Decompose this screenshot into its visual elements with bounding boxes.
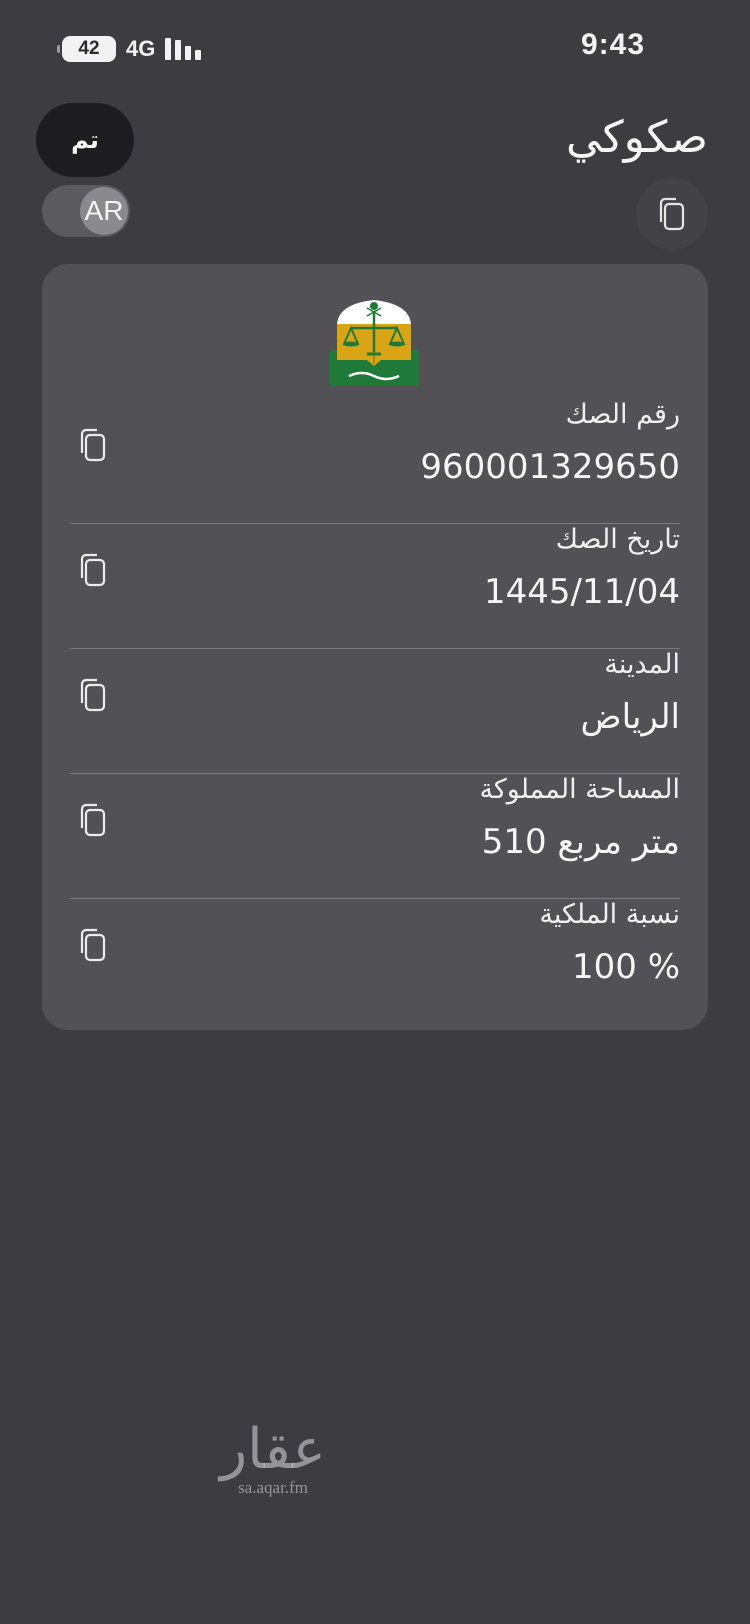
deed-date-label: تاريخ الصك [555, 524, 680, 555]
city-row: المدينة الرياض [70, 649, 680, 774]
owned-area-row: المساحة المملوكة 510 متر مربع [70, 774, 680, 899]
copy-icon[interactable] [78, 427, 108, 463]
copy-icon[interactable] [78, 552, 108, 588]
status-bar-left: 42 4G [57, 34, 202, 64]
status-time: 9:43 [580, 28, 645, 61]
language-toggle[interactable]: AR [42, 185, 130, 237]
network-type: 4G [126, 36, 156, 61]
deed-card: رقم الصك 960001329650 تاريخ الصك 1445/11… [42, 264, 708, 1030]
copy-all-button[interactable] [636, 178, 708, 250]
deed-date-value: 1445/11/04 [484, 572, 680, 612]
ownership-ratio-label: نسبة الملكية [539, 899, 680, 930]
copy-icon [659, 197, 685, 231]
city-label: المدينة [604, 649, 680, 680]
copy-icon[interactable] [78, 802, 108, 838]
page-title: صكوكي [565, 112, 708, 163]
ownership-ratio-row: نسبة الملكية 100 % [70, 899, 680, 1024]
deed-number-value: 960001329650 [420, 447, 680, 487]
battery-level: 42 [78, 38, 100, 59]
deed-number-label: رقم الصك [565, 399, 680, 430]
owned-area-value: 510 متر مربع [481, 822, 680, 862]
language-toggle-knob: AR [80, 187, 128, 235]
ownership-ratio-value: 100 % [571, 947, 680, 987]
done-button[interactable]: تم [36, 103, 134, 177]
deed-number-row: رقم الصك 960001329650 [70, 399, 680, 524]
owned-area-label: المساحة المملوكة [479, 774, 680, 805]
city-value: الرياض [580, 697, 681, 737]
copy-icon[interactable] [78, 677, 108, 713]
aqar-watermark: عقار sa.aqar.fm [208, 1420, 338, 1498]
ministry-of-justice-emblem [329, 300, 419, 386]
deed-date-row: تاريخ الصك 1445/11/04 [70, 524, 680, 649]
copy-icon[interactable] [78, 927, 108, 963]
signal-bars-icon [165, 38, 202, 60]
watermark-logo: عقار [220, 1417, 326, 1482]
battery-icon: 42 [57, 36, 116, 62]
